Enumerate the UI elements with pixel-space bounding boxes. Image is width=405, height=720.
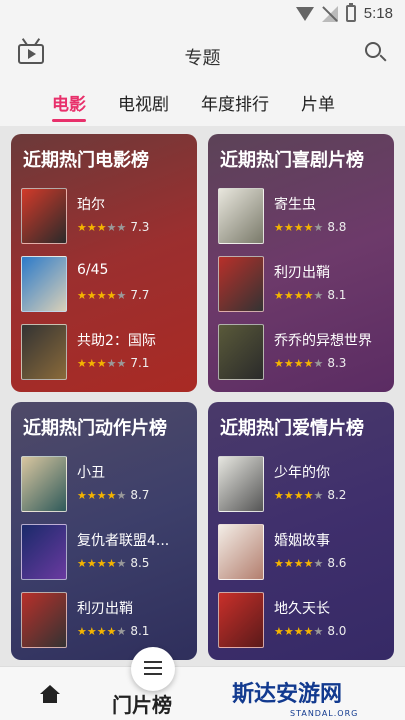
no-signal-icon [321, 5, 338, 22]
app-bar: 专题 [0, 30, 405, 82]
movie-score: 8.1 [327, 288, 347, 302]
home-icon[interactable] [40, 685, 60, 703]
movie-name: 利刃出鞘 [77, 601, 133, 617]
movie-poster [218, 592, 264, 648]
ranking-card[interactable]: 近期热门喜剧片榜 寄生虫 ★★★★★ 8.8 利刃出鞘 ★★★★★ 8.1 乔乔的异… [208, 134, 394, 392]
card-title: 近期热门喜剧片榜 [220, 150, 364, 171]
movie-score: 8.2 [327, 488, 347, 502]
tab-movies[interactable]: 电影 [36, 82, 102, 126]
watermark-subtext: STANDAL.ORG [290, 709, 359, 718]
rating-stars: ★★★★★ [274, 356, 324, 370]
movie-name: 利刃出鞘 [274, 265, 330, 281]
movie-item[interactable]: 复仇者联盟4... ★★★★★ 8.5 [21, 524, 191, 580]
partial-card-title: 门片榜 [112, 693, 172, 717]
movie-poster [21, 456, 67, 512]
movie-poster [21, 524, 67, 580]
movie-name: 少年的你 [274, 465, 330, 481]
movie-score: 7.3 [130, 220, 150, 234]
watermark-logo: 斯达安游网 [232, 681, 343, 707]
movie-score: 8.6 [327, 556, 347, 570]
movie-item[interactable]: 小丑 ★★★★★ 8.7 [21, 456, 191, 512]
movie-name: 6/45 [77, 262, 109, 278]
movie-name: 共助2：国际 [77, 333, 156, 349]
movie-item[interactable]: 寄生虫 ★★★★★ 8.8 [218, 188, 388, 244]
movie-score: 8.5 [130, 556, 150, 570]
movie-poster [21, 324, 67, 380]
movie-name: 珀尔 [77, 197, 105, 213]
movie-score: 8.1 [130, 624, 150, 638]
rating-stars: ★★★★★ [274, 288, 324, 302]
rating-stars: ★★★★★ [274, 488, 324, 502]
status-time: 5:18 [363, 5, 393, 22]
status-bar: 5:18 [0, 0, 405, 30]
tab-bar: 电影 电视剧 年度排行 片单 [0, 82, 405, 126]
ranking-card[interactable]: 近期热门动作片榜 小丑 ★★★★★ 8.7 复仇者联盟4... ★★★★★ 8.5 … [11, 402, 197, 660]
rating-stars: ★★★★★ [274, 624, 324, 638]
rating-stars: ★★★★★ [77, 288, 127, 302]
movie-name: 乔乔的异想世界 [274, 333, 372, 349]
card-title: 近期热门动作片榜 [23, 418, 167, 439]
movie-name: 小丑 [77, 465, 105, 481]
movie-name: 复仇者联盟4... [77, 533, 170, 549]
rating-stars: ★★★★★ [274, 220, 324, 234]
bottom-nav: 门片榜 斯达安游网 STANDAL.ORG [0, 647, 405, 720]
movie-item[interactable]: 乔乔的异想世界 ★★★★★ 8.3 [218, 324, 388, 380]
search-icon[interactable] [365, 42, 387, 64]
movie-score: 8.8 [327, 220, 347, 234]
movie-score: 8.3 [327, 356, 347, 370]
movie-name: 婚姻故事 [274, 533, 330, 549]
rating-stars: ★★★★★ [77, 624, 127, 638]
menu-lines-icon [144, 661, 162, 677]
movie-item[interactable]: 婚姻故事 ★★★★★ 8.6 [218, 524, 388, 580]
movie-score: 8.7 [130, 488, 150, 502]
movie-name: 寄生虫 [274, 197, 316, 213]
movie-score: 8.0 [327, 624, 347, 638]
movie-poster [218, 524, 264, 580]
ranking-card[interactable]: 近期热门电影榜 珀尔 ★★★★★ 7.3 6/45 ★★★★★ 7.7 共助2：国际… [11, 134, 197, 392]
movie-poster [21, 188, 67, 244]
movie-item[interactable]: 利刃出鞘 ★★★★★ 8.1 [21, 592, 191, 648]
rating-stars: ★★★★★ [77, 488, 127, 502]
rating-stars: ★★★★★ [77, 356, 127, 370]
card-title: 近期热门电影榜 [23, 150, 149, 171]
movie-name: 地久天长 [274, 601, 330, 617]
movie-item[interactable]: 少年的你 ★★★★★ 8.2 [218, 456, 388, 512]
tab-annual-ranking[interactable]: 年度排行 [185, 82, 285, 126]
ranking-grid: 近期热门电影榜 珀尔 ★★★★★ 7.3 6/45 ★★★★★ 7.7 共助2：国际… [0, 126, 405, 666]
tab-playlist[interactable]: 片单 [285, 82, 351, 126]
movie-poster [21, 592, 67, 648]
movie-score: 7.1 [130, 356, 150, 370]
movie-poster [218, 256, 264, 312]
movie-item[interactable]: 珀尔 ★★★★★ 7.3 [21, 188, 191, 244]
page-title: 专题 [184, 48, 221, 69]
ranking-card[interactable]: 近期热门爱情片榜 少年的你 ★★★★★ 8.2 婚姻故事 ★★★★★ 8.6 地久天… [208, 402, 394, 660]
movie-poster [21, 256, 67, 312]
wifi-icon [295, 6, 314, 21]
movie-item[interactable]: 利刃出鞘 ★★★★★ 8.1 [218, 256, 388, 312]
movie-poster [218, 456, 264, 512]
tab-tv-series[interactable]: 电视剧 [102, 82, 185, 126]
menu-fab-button[interactable] [131, 647, 175, 691]
rating-stars: ★★★★★ [77, 220, 127, 234]
rating-stars: ★★★★★ [77, 556, 127, 570]
card-title: 近期热门爱情片榜 [220, 418, 364, 439]
movie-score: 7.7 [130, 288, 150, 302]
movie-item[interactable]: 6/45 ★★★★★ 7.7 [21, 256, 191, 312]
battery-icon [345, 3, 356, 22]
movie-poster [218, 188, 264, 244]
rating-stars: ★★★★★ [274, 556, 324, 570]
movie-poster [218, 324, 264, 380]
movie-item[interactable]: 地久天长 ★★★★★ 8.0 [218, 592, 388, 648]
movie-item[interactable]: 共助2：国际 ★★★★★ 7.1 [21, 324, 191, 380]
